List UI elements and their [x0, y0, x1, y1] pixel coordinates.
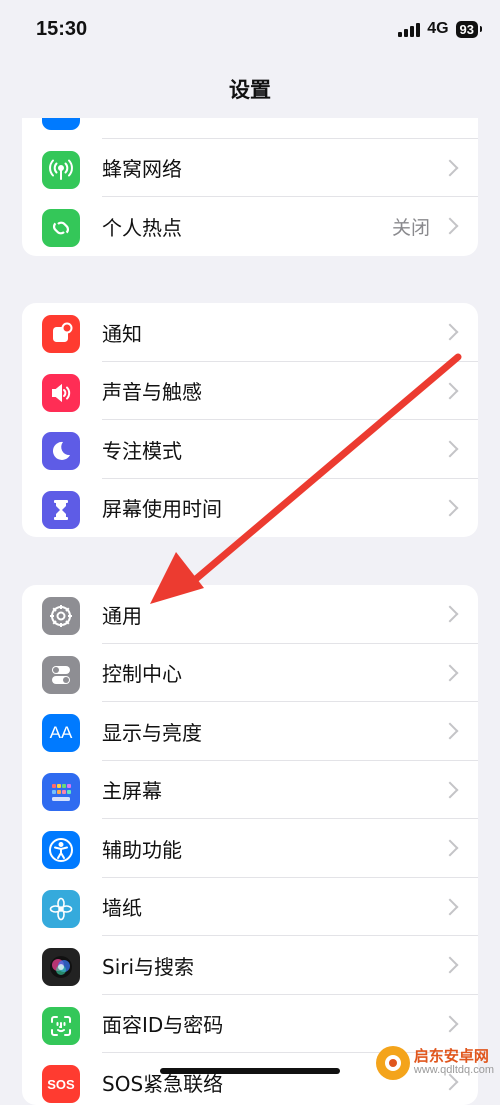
watermark-name: 启东安卓网 — [413, 1047, 489, 1066]
watermark-logo-icon — [375, 1046, 410, 1080]
home-indicator[interactable] — [160, 1068, 340, 1074]
annotation-arrow — [150, 353, 462, 604]
watermark-url: www.qdltdq.com — [413, 1064, 494, 1077]
watermark: 启东安卓网 www.qdltdq.com — [375, 1046, 494, 1080]
